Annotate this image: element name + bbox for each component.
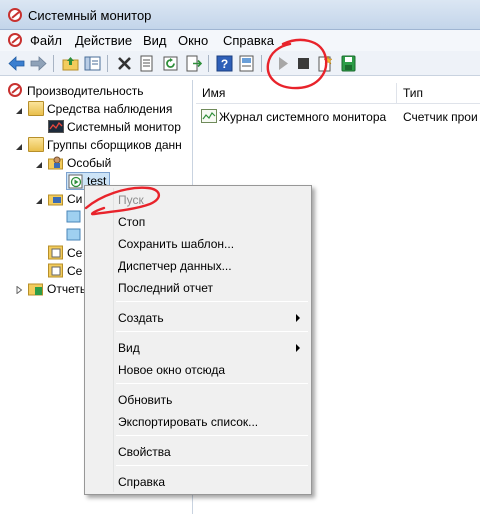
menu-action[interactable]: Действие: [75, 33, 132, 48]
user-folder-icon: [48, 156, 63, 170]
menu-bar: Файл Действие Вид Окно Справка: [0, 30, 480, 51]
list-item-type: Счетчик прои: [403, 110, 478, 124]
expand-arrow-icon[interactable]: [15, 286, 23, 294]
toolbar: ?: [0, 51, 480, 76]
stop-icon[interactable]: [295, 55, 312, 72]
menu-item-create-label: Создать: [118, 311, 164, 325]
title-bar: Системный монитор: [0, 0, 480, 30]
show-hide-tree-icon[interactable]: [84, 55, 101, 72]
window-title: Системный монитор: [28, 8, 152, 23]
menu-item-start: Пуск: [118, 193, 144, 207]
data-collector-set-icon: [68, 174, 83, 189]
collapse-arrow-icon[interactable]: [35, 161, 43, 169]
context-menu: Пуск Стоп Сохранить шаблон... Диспетчер …: [84, 185, 312, 495]
properties-icon[interactable]: [138, 55, 155, 72]
submenu-arrow-icon: [296, 314, 300, 322]
help-icon[interactable]: ?: [216, 55, 233, 72]
column-header-name[interactable]: Имя: [196, 83, 397, 103]
menu-help[interactable]: Справка: [223, 33, 274, 48]
menu-item-view-label: Вид: [118, 341, 140, 355]
submenu-arrow-icon: [296, 344, 300, 352]
collapse-arrow-icon[interactable]: [15, 107, 23, 115]
list-item-name[interactable]: Журнал системного монитора: [219, 110, 386, 124]
help-topics-icon[interactable]: [238, 55, 255, 72]
session-folder-icon: [48, 245, 63, 260]
system-menu-icon[interactable]: [8, 33, 22, 47]
menu-item-refresh[interactable]: Обновить: [118, 390, 308, 410]
log-chart-icon: [201, 109, 217, 123]
folder-icon: [28, 137, 44, 152]
menu-item-new-window[interactable]: Новое окно отсюда: [118, 360, 308, 380]
app-icon: [8, 8, 22, 22]
menu-item-data-manager[interactable]: Диспетчер данных...: [118, 256, 308, 276]
column-header-type[interactable]: Тип: [397, 83, 480, 103]
collector-icon[interactable]: [66, 209, 82, 224]
new-icon[interactable]: [316, 55, 333, 72]
menu-item-save-template[interactable]: Сохранить шаблон...: [118, 234, 308, 254]
menu-file[interactable]: Файл: [30, 33, 62, 48]
menu-window[interactable]: Окно: [178, 33, 208, 48]
menu-item-properties[interactable]: Свойства: [118, 442, 308, 462]
save-icon[interactable]: [340, 55, 357, 72]
refresh-icon[interactable]: [162, 55, 179, 72]
collapse-arrow-icon[interactable]: [35, 197, 43, 205]
menu-item-stop[interactable]: Стоп: [118, 212, 308, 232]
back-arrow-icon[interactable]: [8, 55, 25, 72]
delete-icon[interactable]: [116, 55, 133, 72]
start-icon: [279, 57, 288, 70]
export-list-icon[interactable]: [185, 55, 202, 72]
folder-icon: [28, 101, 44, 116]
collector-icon[interactable]: [66, 227, 82, 242]
menu-item-export-list[interactable]: Экспортировать список...: [118, 412, 308, 432]
menu-view[interactable]: Вид: [143, 33, 167, 48]
forward-arrow-icon[interactable]: [30, 55, 47, 72]
menu-item-help[interactable]: Справка: [118, 472, 308, 492]
monitor-chart-icon: [48, 120, 64, 133]
menu-item-view[interactable]: Вид: [118, 338, 308, 358]
up-folder-icon[interactable]: [62, 55, 79, 72]
collapse-arrow-icon[interactable]: [15, 143, 23, 151]
reports-folder-icon: [28, 283, 43, 296]
system-folder-icon: [48, 194, 63, 206]
performance-icon: [8, 83, 22, 97]
svg-text:?: ?: [221, 57, 228, 71]
session-folder-icon: [48, 263, 63, 278]
menu-item-latest-report[interactable]: Последний отчет: [118, 278, 308, 298]
menu-item-create[interactable]: Создать: [118, 308, 308, 328]
